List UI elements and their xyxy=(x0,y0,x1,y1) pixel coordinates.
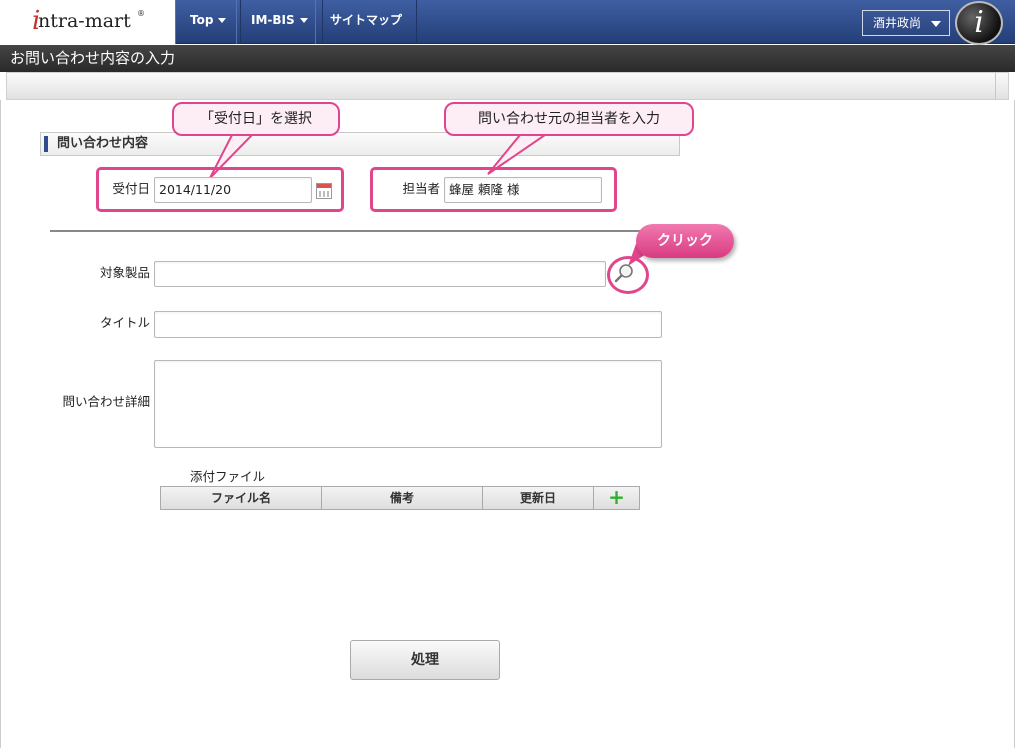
search-highlight xyxy=(607,256,649,294)
nav-sitemap[interactable]: サイトマップ xyxy=(315,0,418,44)
column-updated-date: 更新日 xyxy=(483,487,594,509)
detail-textarea[interactable] xyxy=(154,360,662,448)
nav-top-label: Top xyxy=(190,13,214,27)
page-title-bar: お問い合わせ内容の入力 xyxy=(0,45,1015,72)
top-navbar: i ntra-mart ® Top IM-BIS サイトマップ 酒井政尚 i xyxy=(0,0,1015,45)
click-hint-badge: クリック xyxy=(636,224,734,258)
toolbar-strip xyxy=(6,72,1009,100)
section-divider xyxy=(50,230,679,232)
section-title: 問い合わせ内容 xyxy=(57,136,149,151)
attachments-label: 添付ファイル xyxy=(190,469,266,484)
logo-text: ntra-mart xyxy=(38,10,131,32)
user-menu[interactable]: 酒井政尚 xyxy=(862,10,950,36)
user-name: 酒井政尚 xyxy=(873,16,922,30)
column-file-name: ファイル名 xyxy=(161,487,322,509)
person-hint-bubble: 問い合わせ元の担当者を入力 xyxy=(444,102,694,136)
nav-im-bis[interactable]: IM-BIS xyxy=(236,0,323,44)
person-input[interactable]: 蜂屋 頼隆 様 xyxy=(444,177,602,203)
add-icon[interactable]: + xyxy=(594,487,639,509)
person-hint-text: 問い合わせ元の担当者を入力 xyxy=(478,111,660,127)
date-hint-text: 「受付日」を選択 xyxy=(200,111,312,127)
title-label: タイトル xyxy=(99,315,150,330)
process-button[interactable]: 処理 xyxy=(350,640,500,680)
column-remarks: 備考 xyxy=(322,487,483,509)
chevron-down-icon xyxy=(931,21,941,27)
click-hint-text: クリック xyxy=(657,233,713,249)
detail-label: 問い合わせ詳細 xyxy=(62,394,150,409)
date-input[interactable]: 2014/11/20 xyxy=(154,177,312,203)
chevron-down-icon xyxy=(299,18,308,23)
nav-sitemap-label: サイトマップ xyxy=(330,13,403,27)
logo-registered-mark: ® xyxy=(137,9,145,18)
product-input[interactable] xyxy=(154,261,606,287)
chevron-down-icon xyxy=(218,18,227,23)
product-label: 対象製品 xyxy=(99,265,150,280)
date-label: 受付日 xyxy=(112,181,150,196)
avatar[interactable]: i xyxy=(955,1,1003,45)
calendar-icon[interactable] xyxy=(316,183,332,199)
intra-mart-logo[interactable]: i ntra-mart ® xyxy=(0,0,175,44)
toolbar-divider xyxy=(995,73,996,99)
title-input[interactable] xyxy=(154,311,662,338)
date-hint-bubble: 「受付日」を選択 xyxy=(172,102,340,136)
person-label: 担当者 xyxy=(402,181,440,196)
attachments-table-header: ファイル名 備考 更新日 + xyxy=(160,486,640,510)
avatar-letter: i xyxy=(974,5,984,40)
nav-im-bis-label: IM-BIS xyxy=(251,13,295,27)
nav-top[interactable]: Top xyxy=(175,0,242,44)
page-title: お問い合わせ内容の入力 xyxy=(10,49,176,67)
